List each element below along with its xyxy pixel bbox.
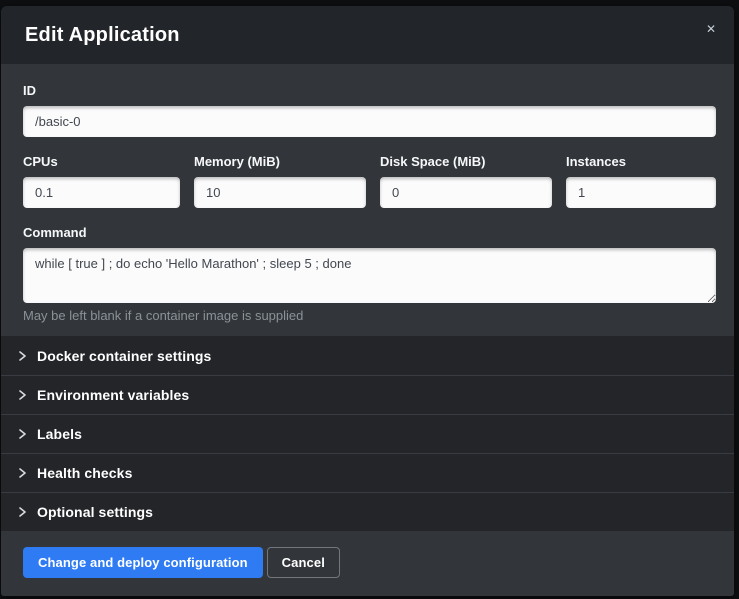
edit-application-modal: Edit Application ✕ ID CPUs Memory (MiB) … bbox=[1, 6, 734, 596]
memory-label: Memory (MiB) bbox=[194, 155, 366, 169]
command-help-text: May be left blank if a container image i… bbox=[23, 309, 716, 323]
modal-header: Edit Application ✕ bbox=[1, 6, 734, 64]
cpus-label: CPUs bbox=[23, 155, 180, 169]
application-form: ID CPUs Memory (MiB) Disk Space (MiB) In… bbox=[1, 64, 734, 336]
section-label: Optional settings bbox=[37, 504, 153, 520]
section-labels[interactable]: Labels bbox=[1, 414, 734, 453]
cpus-input[interactable] bbox=[23, 177, 180, 208]
chevron-right-icon bbox=[17, 468, 27, 478]
id-input[interactable] bbox=[23, 106, 716, 137]
modal-title: Edit Application bbox=[25, 24, 180, 47]
section-label: Labels bbox=[37, 426, 82, 442]
instances-input[interactable] bbox=[566, 177, 716, 208]
collapsible-sections: Docker container settings Environment va… bbox=[1, 336, 734, 531]
change-and-deploy-button[interactable]: Change and deploy configuration bbox=[23, 547, 263, 578]
disk-input[interactable] bbox=[380, 177, 552, 208]
instances-label: Instances bbox=[566, 155, 716, 169]
id-label: ID bbox=[23, 84, 716, 98]
id-field-group: ID bbox=[23, 84, 716, 137]
close-icon[interactable]: ✕ bbox=[702, 19, 720, 39]
cancel-button[interactable]: Cancel bbox=[267, 547, 340, 578]
section-optional-settings[interactable]: Optional settings bbox=[1, 492, 734, 531]
chevron-right-icon bbox=[17, 507, 27, 517]
chevron-right-icon bbox=[17, 429, 27, 439]
disk-label: Disk Space (MiB) bbox=[380, 155, 552, 169]
cpus-field-group: CPUs bbox=[23, 155, 180, 208]
section-label: Health checks bbox=[37, 465, 132, 481]
modal-footer: Change and deploy configuration Cancel bbox=[1, 531, 734, 596]
instances-field-group: Instances bbox=[566, 155, 716, 208]
chevron-right-icon bbox=[17, 390, 27, 400]
disk-field-group: Disk Space (MiB) bbox=[380, 155, 552, 208]
command-textarea[interactable]: while [ true ] ; do echo 'Hello Marathon… bbox=[23, 248, 716, 303]
chevron-right-icon bbox=[17, 351, 27, 361]
memory-field-group: Memory (MiB) bbox=[194, 155, 366, 208]
command-field-group: Command while [ true ] ; do echo 'Hello … bbox=[23, 226, 716, 323]
section-label: Docker container settings bbox=[37, 348, 211, 364]
command-label: Command bbox=[23, 226, 716, 240]
section-docker-container-settings[interactable]: Docker container settings bbox=[1, 336, 734, 375]
section-health-checks[interactable]: Health checks bbox=[1, 453, 734, 492]
resources-row: CPUs Memory (MiB) Disk Space (MiB) Insta… bbox=[23, 155, 716, 208]
memory-input[interactable] bbox=[194, 177, 366, 208]
section-environment-variables[interactable]: Environment variables bbox=[1, 375, 734, 414]
section-label: Environment variables bbox=[37, 387, 189, 403]
